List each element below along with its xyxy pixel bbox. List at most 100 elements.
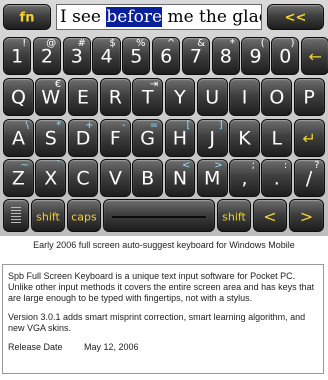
shift-left-label: shift [36,210,60,224]
keyboard: fn I see before me the gladiat << 1!2@3#… [0,0,328,236]
backspace-key[interactable]: ← [301,37,328,75]
key-2-4[interactable]: G = [132,119,164,157]
key-label: V [108,167,122,190]
key-alt-label: € [54,79,62,90]
key-3-5[interactable]: N < [164,159,196,197]
key-2-1[interactable]: S * [35,119,67,157]
caps-label: caps [71,210,97,224]
key-2-0[interactable]: A \ [3,119,34,157]
key-3-0[interactable]: Z ~ [3,159,34,197]
key-alt-label: ) [290,38,295,49]
key-0-7[interactable]: 8 * [211,37,240,75]
key-alt-label: ! [22,38,27,49]
key-0-5[interactable]: 6 ^ [152,37,181,75]
left-arrow-key[interactable]: < [253,199,287,232]
description-paragraph-2: Version 3.0.1 adds smart misprint correc… [8,312,306,333]
key-label: K [238,127,251,150]
key-1-4[interactable]: T ⇥ [132,78,164,116]
key-1-6[interactable]: U [196,78,228,116]
key-label: / [305,167,313,190]
key-3-4[interactable]: B [132,159,164,197]
key-2-6[interactable]: J] [196,119,228,157]
key-1-8[interactable]: O [261,78,293,116]
key-0-9[interactable]: 0) [271,37,300,75]
input-text-before: I see [60,7,107,27]
key-label: 9 [249,45,262,68]
key-label: , [241,167,248,190]
key-label: E [77,86,90,109]
release-label: Release Date [8,342,63,352]
key-label: 0 [279,45,292,68]
key-2-5[interactable]: H[ [164,119,196,157]
key-label: Y [174,86,186,109]
key-3-7[interactable]: ,; [229,159,260,197]
key-3-6[interactable]: M > [196,159,228,197]
key-label: F [109,127,121,150]
key-2-2[interactable]: D + [67,119,99,157]
key-label: S [44,127,57,150]
key-1-9[interactable]: P [293,78,325,116]
key-alt-label: # [77,38,86,49]
key-label: 6 [160,45,173,68]
right-arrow-key[interactable]: > [289,199,324,232]
key-alt-label: % [135,38,146,49]
key-0-0[interactable]: 1! [3,37,32,75]
key-0-2[interactable]: 3 # [62,37,91,75]
key-label: Q [10,86,26,109]
release-row: Release Date May 12, 2006 [8,342,318,353]
key-3-9[interactable]: /? [293,159,325,197]
key-1-0[interactable]: Q [3,78,34,116]
key-alt-label: $ [109,38,116,49]
key-1-5[interactable]: Y [164,78,196,116]
shift-right-label: shift [222,210,246,224]
key-2-8[interactable]: L [261,119,293,157]
space-bar[interactable] [103,199,215,232]
key-label: 1 [11,45,24,68]
key-label: N [172,167,188,190]
handwriting-key[interactable] [3,199,29,232]
key-1-1[interactable]: W € [35,78,67,116]
key-3-3[interactable]: V [99,159,131,197]
back-key-label: << [284,10,307,26]
key-1-2[interactable]: E [67,78,99,116]
handwriting-icon [11,206,21,225]
key-0-8[interactable]: 9( [241,37,270,75]
key-label: Z [11,167,25,190]
key-label: R [108,86,122,109]
caps-key[interactable]: caps [67,199,101,232]
key-alt-label: ` [56,160,62,171]
fn-key[interactable]: fn [3,4,51,30]
key-1-7[interactable]: I [229,78,260,116]
key-0-1[interactable]: 2 @ [32,37,62,75]
key-3-8[interactable]: .: [261,159,293,197]
key-label: L [271,127,283,150]
key-2-7[interactable]: K [229,119,260,157]
key-label: 3 [70,45,83,68]
shift-left-key[interactable]: shift [31,199,65,232]
back-key[interactable]: << [267,4,324,30]
key-label: P [303,86,315,109]
key-label: U [205,86,220,109]
key-alt-label: @ [46,38,57,49]
key-label: 7 [189,45,202,68]
input-selected-word: before [106,7,163,27]
key-label: 8 [219,45,232,68]
enter-key[interactable]: ↵ [293,119,325,157]
key-label: T [141,86,154,109]
text-input[interactable]: I see before me the gladiat [56,4,262,30]
key-alt-label: & [197,38,206,49]
key-3-2[interactable]: C [67,159,99,197]
key-1-3[interactable]: R [99,78,131,116]
key-alt-label: > [214,160,223,171]
shift-right-key[interactable]: shift [217,199,251,232]
key-2-3[interactable]: F- [99,119,131,157]
key-label: J [209,127,216,150]
key-0-4[interactable]: 5% [122,37,151,75]
key-3-1[interactable]: X ` [35,159,67,197]
space-bar-groove [112,215,206,218]
key-label: 4 [100,45,113,68]
key-0-6[interactable]: 7 & [181,37,211,75]
fn-key-label: fn [19,10,35,26]
right-arrow-label: > [299,206,314,226]
key-0-3[interactable]: 4 $ [92,37,121,75]
